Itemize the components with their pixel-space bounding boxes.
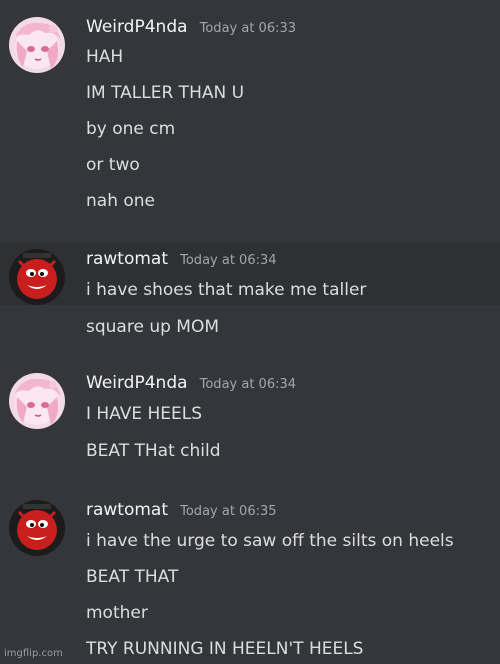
message-header: rawtomat Today at 06:34 [86, 249, 277, 275]
message-header: WeirdP4nda Today at 06:34 [86, 373, 296, 399]
avatar[interactable] [9, 500, 65, 556]
chat-message-list: WeirdP4nda Today at 06:33 HAH IM TALLER … [0, 0, 500, 664]
anime-girl-avatar-icon [9, 17, 65, 73]
red-mascot-avatar-icon [9, 249, 65, 305]
message-text: IM TALLER THAN U [86, 83, 245, 103]
message-header: WeirdP4nda Today at 06:33 [86, 17, 296, 43]
message-text: by one cm [86, 119, 176, 139]
anime-girl-avatar-icon [9, 373, 65, 429]
message-text: I HAVE HEELS [86, 404, 203, 424]
message-text: or two [86, 155, 140, 175]
message-text: BEAT THat child [86, 441, 221, 461]
username[interactable]: rawtomat [86, 500, 168, 520]
message-text: HAH [86, 47, 124, 67]
message-text: i have the urge to saw off the silts on … [86, 531, 454, 551]
message-text: square up MOM [86, 317, 220, 337]
username[interactable]: rawtomat [86, 249, 168, 269]
message-text: BEAT THAT [86, 567, 179, 587]
watermark: imgflip.com [4, 648, 63, 659]
timestamp[interactable]: Today at 06:35 [180, 504, 276, 519]
timestamp[interactable]: Today at 06:33 [200, 21, 296, 36]
message-text: i have shoes that make me taller [86, 280, 367, 300]
username[interactable]: WeirdP4nda [86, 373, 188, 393]
message-text: mother [86, 603, 148, 623]
message-text: TRY RUNNING IN HEELN'T HEELS [86, 639, 364, 659]
username[interactable]: WeirdP4nda [86, 17, 188, 37]
timestamp[interactable]: Today at 06:34 [180, 253, 276, 268]
message-header: rawtomat Today at 06:35 [86, 500, 277, 526]
avatar[interactable] [9, 373, 65, 429]
avatar[interactable] [9, 17, 65, 73]
timestamp[interactable]: Today at 06:34 [200, 377, 296, 392]
message-text: nah one [86, 191, 156, 211]
avatar[interactable] [9, 249, 65, 305]
red-mascot-avatar-icon [9, 500, 65, 556]
